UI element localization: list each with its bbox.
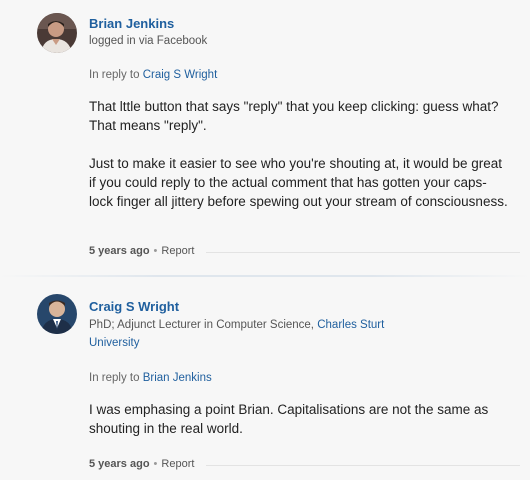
in-reply-to-label: In reply to xyxy=(89,372,140,384)
author-name[interactable]: Brian Jenkins xyxy=(89,16,174,31)
user-avatar-icon xyxy=(37,13,77,53)
in-reply-to-link[interactable]: Craig S Wright xyxy=(143,69,218,81)
avatar[interactable] xyxy=(37,13,77,53)
author-meta-text: PhD; Adjunct Lecturer in Computer Scienc… xyxy=(89,319,315,331)
report-link[interactable]: Report xyxy=(161,458,194,470)
separator-dot: • xyxy=(153,458,158,470)
report-link[interactable]: Report xyxy=(161,245,194,257)
user-avatar-icon xyxy=(37,294,77,334)
author-name[interactable]: Craig S Wright xyxy=(89,299,179,314)
comment-body: I was emphasing a point Brian. Capitalis… xyxy=(89,400,509,457)
in-reply-to-link[interactable]: Brian Jenkins xyxy=(143,372,212,384)
footer-rule xyxy=(206,465,520,466)
comment-footer: 5 years ago • Report xyxy=(89,458,194,470)
comment-paragraph: Just to make it easier to see who you're… xyxy=(89,156,508,209)
timestamp-link[interactable]: 5 years ago xyxy=(89,245,150,257)
author-meta: logged in via Facebook xyxy=(89,35,208,47)
in-reply-to: In reply to Brian Jenkins xyxy=(89,372,212,384)
comment-divider xyxy=(0,275,530,277)
comment-paragraph: I was emphasing a point Brian. Capitalis… xyxy=(89,402,489,436)
timestamp-link[interactable]: 5 years ago xyxy=(89,458,150,470)
in-reply-to: In reply to Craig S Wright xyxy=(89,69,217,81)
comment-body: That lttle button that says "reply" that… xyxy=(89,97,509,230)
separator-dot: • xyxy=(153,245,158,257)
avatar[interactable] xyxy=(37,294,77,334)
comment-paragraph: That lttle button that says "reply" that… xyxy=(89,99,499,133)
comment-footer: 5 years ago • Report xyxy=(89,245,194,257)
footer-rule xyxy=(206,252,520,253)
author-meta: PhD; Adjunct Lecturer in Computer Scienc… xyxy=(89,316,389,352)
in-reply-to-label: In reply to xyxy=(89,69,140,81)
